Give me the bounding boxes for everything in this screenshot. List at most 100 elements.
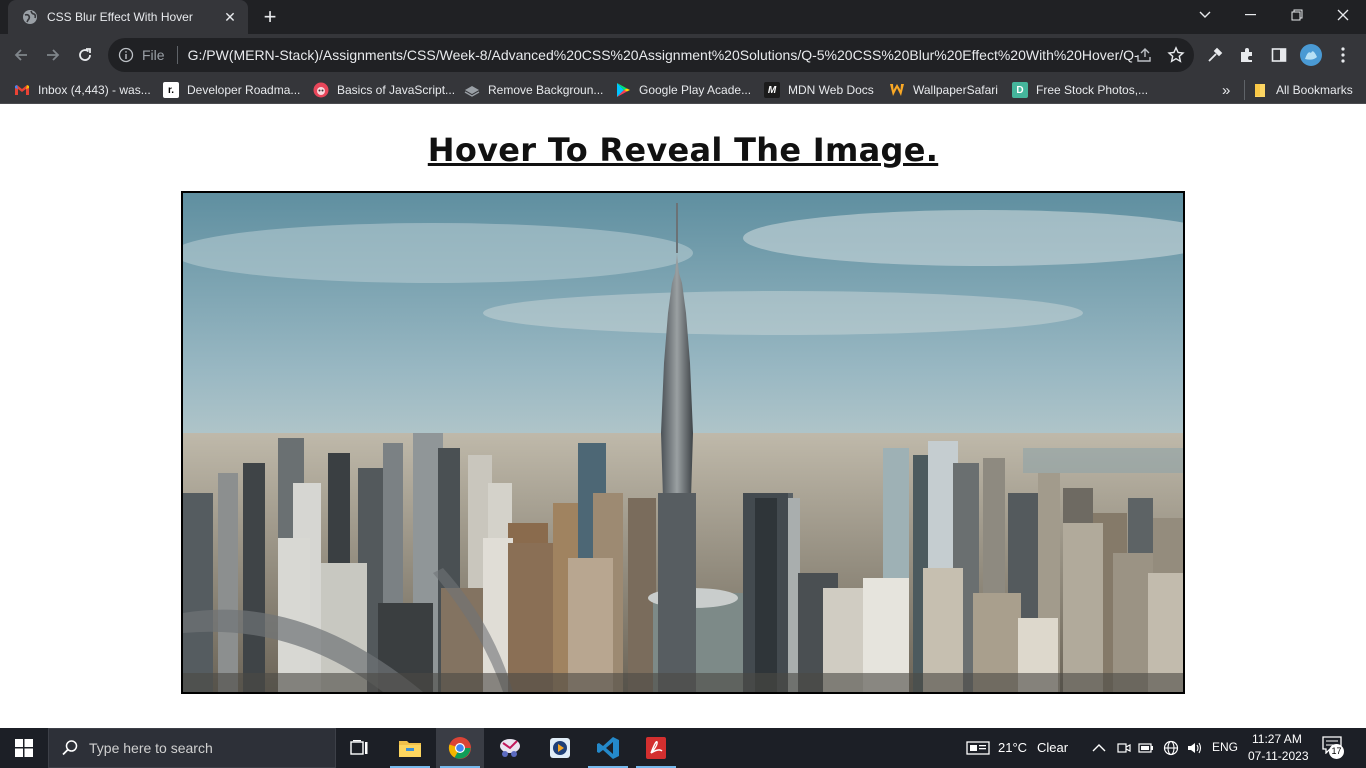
- extensions-button[interactable]: [1234, 42, 1260, 68]
- page-title: Hover To Reveal The Image.: [427, 131, 939, 169]
- close-window-button[interactable]: [1320, 0, 1366, 30]
- folder-icon: [399, 741, 421, 757]
- side-panel-button[interactable]: [1266, 42, 1292, 68]
- vscode-icon: [597, 737, 619, 759]
- bookmark-label: Basics of JavaScript...: [337, 83, 456, 97]
- browser-tab[interactable]: CSS Blur Effect With Hover ✕: [8, 0, 248, 34]
- bookmark-label: WallpaperSafari: [913, 83, 998, 97]
- bookmark-label: Free Stock Photos,...: [1036, 83, 1149, 97]
- overflow-chevron-icon: »: [1222, 81, 1231, 99]
- chevron-up-icon[interactable]: [1091, 740, 1107, 756]
- hover-reveal-image[interactable]: [181, 191, 1185, 694]
- mdn-icon: M: [764, 82, 780, 98]
- bookmark-label: Remove Backgroun...: [488, 83, 604, 97]
- bookmark-stock-photos[interactable]: D Free Stock Photos,...: [1012, 81, 1148, 99]
- task-view-button[interactable]: [336, 728, 384, 768]
- search-placeholder: Type here to search: [89, 740, 213, 756]
- file-explorer-app[interactable]: [386, 728, 434, 768]
- bookmark-javascript[interactable]: Basics of JavaScript...: [313, 81, 455, 99]
- bookmark-mdn[interactable]: M MDN Web Docs: [764, 81, 874, 99]
- windows-taskbar: Type here to search 21°C Clear ENG 11:27…: [0, 728, 1366, 768]
- restore-button[interactable]: [1274, 0, 1320, 30]
- info-icon[interactable]: [118, 47, 134, 63]
- roadmap-icon: r.: [163, 82, 179, 98]
- address-bar[interactable]: File G:/PW(MERN-Stack)/Assignments/CSS/W…: [108, 38, 1194, 72]
- browser-toolbar: File G:/PW(MERN-Stack)/Assignments/CSS/W…: [0, 34, 1366, 76]
- taskbar-search-input[interactable]: Type here to search: [48, 728, 336, 768]
- share-icon[interactable]: [1135, 46, 1153, 64]
- city-skyline-image: [183, 193, 1183, 692]
- task-view-icon: [350, 740, 368, 755]
- media-player-icon: [550, 738, 570, 758]
- google-play-icon: [617, 83, 630, 97]
- clock[interactable]: 11:27 AM 07-11-2023: [1244, 731, 1322, 765]
- battery-icon[interactable]: [1138, 740, 1154, 756]
- media-player-app[interactable]: [536, 728, 584, 768]
- page-viewport: Hover To Reveal The Image.: [0, 105, 1366, 728]
- vscode-app[interactable]: [584, 728, 632, 768]
- tab-close-icon[interactable]: ✕: [222, 9, 238, 25]
- bookmark-wallpapersafari[interactable]: WallpaperSafari: [889, 81, 998, 99]
- pdf-icon: [646, 737, 666, 759]
- windows-logo-icon: [15, 739, 33, 757]
- volume-icon[interactable]: [1186, 740, 1202, 756]
- menu-button[interactable]: [1330, 42, 1356, 68]
- folder-icon: [1255, 84, 1265, 97]
- start-button[interactable]: [0, 728, 48, 768]
- chrome-icon: [448, 737, 471, 759]
- clock-time: 11:27 AM: [1252, 732, 1302, 746]
- bookmarks-divider: [1244, 80, 1245, 100]
- bookmark-star-icon[interactable]: [1167, 46, 1185, 64]
- omnibox-divider: [176, 46, 178, 64]
- bookmark-label: Google Play Acade...: [639, 83, 752, 97]
- js-course-icon: [313, 82, 329, 98]
- url-text[interactable]: G:/PW(MERN-Stack)/Assignments/CSS/Week-8…: [188, 47, 1138, 63]
- bookmarks-overflow-button[interactable]: »: [1222, 81, 1230, 99]
- notification-center-button[interactable]: 17: [1322, 736, 1346, 760]
- removebg-icon: [464, 86, 480, 97]
- close-icon: [1337, 9, 1349, 21]
- gmail-icon: [15, 85, 29, 95]
- snipping-tool-icon: [500, 739, 520, 757]
- reload-button[interactable]: [72, 42, 98, 68]
- bookmarks-bar: Inbox (4,443) - was... r. Developer Road…: [0, 76, 1366, 104]
- meet-now-icon[interactable]: [1116, 740, 1132, 756]
- bookmark-removebg[interactable]: Remove Backgroun...: [464, 81, 603, 99]
- eyedropper-button[interactable]: [1202, 42, 1228, 68]
- chrome-app[interactable]: [436, 728, 484, 768]
- side-panel-icon: [1271, 48, 1287, 62]
- all-bookmarks-button[interactable]: All Bookmarks: [1252, 81, 1353, 99]
- bookmark-label: Inbox (4,443) - was...: [38, 83, 151, 97]
- weather-temperature[interactable]: 21°C: [998, 740, 1027, 755]
- wallpapersafari-icon: [890, 84, 904, 96]
- puzzle-icon: [1241, 48, 1252, 62]
- bookmark-label: Developer Roadma...: [187, 83, 301, 97]
- language-indicator[interactable]: ENG: [1212, 740, 1238, 754]
- minimize-button[interactable]: [1228, 0, 1274, 30]
- search-icon: [62, 740, 78, 756]
- back-button[interactable]: [8, 42, 34, 68]
- weather-icon[interactable]: [966, 740, 990, 756]
- eyedropper-icon: [1208, 47, 1223, 62]
- tab-search-button[interactable]: [1182, 0, 1228, 30]
- profile-button[interactable]: [1298, 42, 1324, 68]
- weather-condition[interactable]: Clear: [1037, 740, 1068, 755]
- scheme-label: File: [142, 47, 165, 63]
- snipping-tool-app[interactable]: [486, 728, 534, 768]
- reload-icon: [79, 48, 91, 61]
- forward-arrow-icon: [47, 49, 60, 61]
- globe-icon: [23, 10, 37, 24]
- notification-badge: 17: [1329, 744, 1344, 759]
- bookmark-label: MDN Web Docs: [788, 83, 874, 97]
- tab-title: CSS Blur Effect With Hover: [47, 10, 193, 24]
- bookmark-gmail[interactable]: Inbox (4,443) - was...: [14, 81, 151, 99]
- pdf-reader-app[interactable]: [632, 728, 680, 768]
- bookmark-google-play[interactable]: Google Play Acade...: [615, 81, 751, 99]
- stock-photos-icon: D: [1012, 82, 1028, 98]
- bookmark-roadmap[interactable]: r. Developer Roadma...: [163, 81, 300, 99]
- clock-date: 07-11-2023: [1248, 749, 1309, 763]
- forward-button[interactable]: [40, 42, 66, 68]
- network-globe-icon[interactable]: [1163, 740, 1179, 756]
- new-tab-button[interactable]: +: [258, 6, 282, 28]
- avatar: [1300, 44, 1322, 66]
